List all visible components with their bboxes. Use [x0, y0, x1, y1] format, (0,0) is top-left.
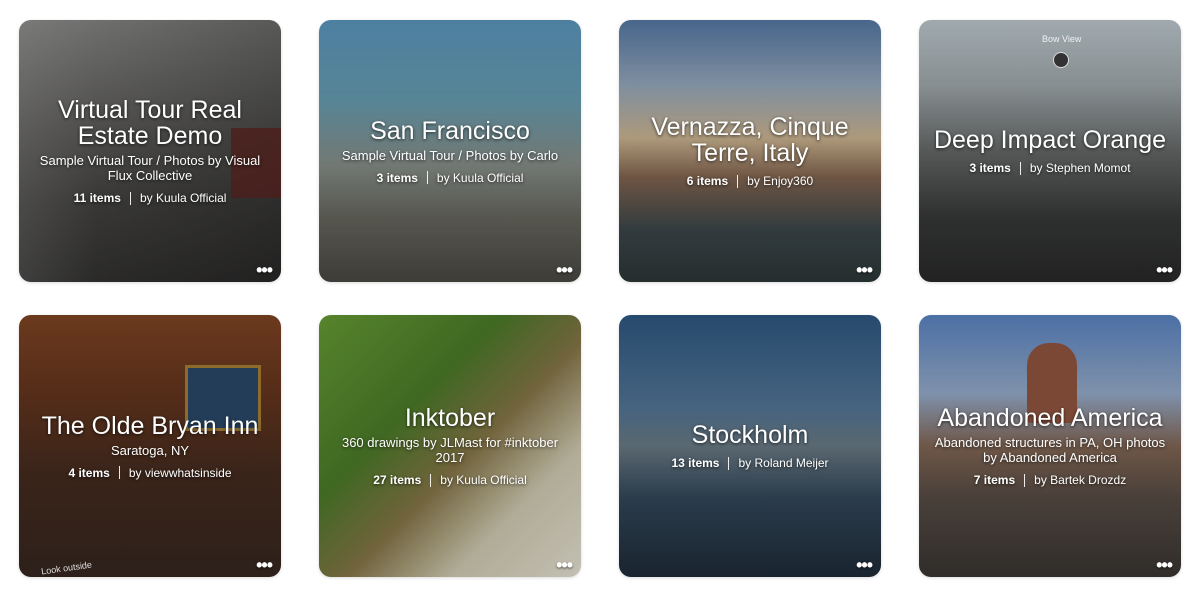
more-options-icon[interactable]: •••	[256, 261, 273, 279]
author[interactable]: by Kuula Official	[437, 171, 524, 185]
divider	[1019, 161, 1021, 175]
card-title: Vernazza, Cinque Terre, Italy	[651, 113, 849, 167]
tour-card[interactable]: Look outside The Olde Bryan Inn Saratoga…	[19, 315, 281, 577]
item-count: 27 items	[373, 473, 422, 487]
more-options-icon[interactable]: •••	[1156, 556, 1173, 574]
divider	[737, 174, 739, 188]
author[interactable]: by Bartek Drozdz	[1034, 473, 1126, 487]
tour-card[interactable]: Vernazza, Cinque Terre, Italy 6 items by…	[619, 20, 881, 282]
card-meta: 4 items by viewwhatsinside	[68, 466, 231, 480]
card-title: Virtual Tour Real Estate Demo	[58, 96, 242, 150]
card-meta: 7 items by Bartek Drozdz	[974, 473, 1126, 487]
item-count: 7 items	[973, 473, 1016, 487]
divider	[426, 171, 428, 184]
card-title: San Francisco	[370, 116, 530, 145]
tour-grid: Virtual Tour Real Estate Demo Sample Vir…	[0, 0, 1200, 599]
card-info: Deep Impact Orange 3 items by Stephen Mo…	[919, 20, 1181, 282]
tour-card[interactable]: Inktober 360 drawings by JLMast for #ink…	[319, 315, 581, 577]
card-title: The Olde Bryan Inn	[41, 411, 259, 440]
item-count: 3 items	[376, 170, 418, 185]
card-info: The Olde Bryan Inn Saratoga, NY 4 items …	[19, 315, 281, 577]
card-meta: 27 items by Kuula Official	[373, 473, 527, 487]
card-title: Abandoned America	[937, 404, 1163, 432]
divider	[1024, 473, 1026, 487]
card-subtitle: 360 drawings by JLMast for #inktober 201…	[341, 435, 559, 465]
more-options-icon[interactable]: •••	[256, 556, 273, 574]
item-count: 6 items	[686, 174, 729, 188]
author[interactable]: by Stephen Momot	[1030, 161, 1131, 175]
card-meta: 13 items by Roland Meijer	[671, 456, 828, 470]
author[interactable]: by Roland Meijer	[738, 456, 828, 470]
card-title: Inktober	[404, 404, 496, 432]
item-count: 13 items	[671, 456, 720, 470]
card-info: San Francisco Sample Virtual Tour / Phot…	[319, 20, 581, 282]
card-subtitle: Sample Virtual Tour / Photos by Visual F…	[39, 153, 261, 183]
more-options-icon[interactable]: •••	[556, 261, 573, 279]
item-count: 4 items	[68, 465, 110, 480]
author[interactable]: by Kuula Official	[440, 473, 527, 487]
tour-card[interactable]: San Francisco Sample Virtual Tour / Phot…	[319, 20, 581, 282]
tour-card[interactable]: Virtual Tour Real Estate Demo Sample Vir…	[19, 20, 281, 282]
author[interactable]: by Kuula Official	[140, 191, 227, 205]
card-subtitle: Sample Virtual Tour / Photos by Carlo	[341, 147, 559, 163]
card-subtitle: Abandoned structures in PA, OH photos by…	[934, 435, 1166, 465]
card-title: Deep Impact Orange	[933, 126, 1167, 154]
card-info: Inktober 360 drawings by JLMast for #ink…	[319, 315, 581, 577]
card-meta: 11 items by Kuula Official	[74, 191, 227, 205]
card-title: Stockholm	[691, 421, 809, 449]
tour-card[interactable]: Abandoned America Abandoned structures i…	[919, 315, 1181, 577]
author[interactable]: by Enjoy360	[747, 174, 813, 188]
card-subtitle: Saratoga, NY	[110, 442, 190, 458]
card-info: Abandoned America Abandoned structures i…	[919, 315, 1181, 577]
divider	[118, 466, 120, 479]
card-info: Vernazza, Cinque Terre, Italy 6 items by…	[619, 20, 881, 282]
divider	[728, 456, 730, 470]
tour-card[interactable]: Bow View Deep Impact Orange 3 items by S…	[919, 20, 1181, 282]
more-options-icon[interactable]: •••	[856, 261, 873, 279]
card-info: Virtual Tour Real Estate Demo Sample Vir…	[19, 20, 281, 282]
item-count: 3 items	[969, 161, 1011, 175]
item-count: 11 items	[73, 191, 121, 205]
card-meta: 3 items by Kuula Official	[377, 171, 524, 185]
more-options-icon[interactable]: •••	[1156, 261, 1173, 279]
card-meta: 3 items by Stephen Momot	[969, 161, 1130, 175]
more-options-icon[interactable]: •••	[556, 556, 573, 574]
divider	[430, 473, 432, 487]
more-options-icon[interactable]: •••	[856, 556, 873, 574]
divider	[129, 191, 131, 205]
card-meta: 6 items by Enjoy360	[687, 174, 813, 188]
tour-card[interactable]: Stockholm 13 items by Roland Meijer •••	[619, 315, 881, 577]
card-info: Stockholm 13 items by Roland Meijer	[619, 315, 881, 577]
author[interactable]: by viewwhatsinside	[129, 466, 232, 480]
